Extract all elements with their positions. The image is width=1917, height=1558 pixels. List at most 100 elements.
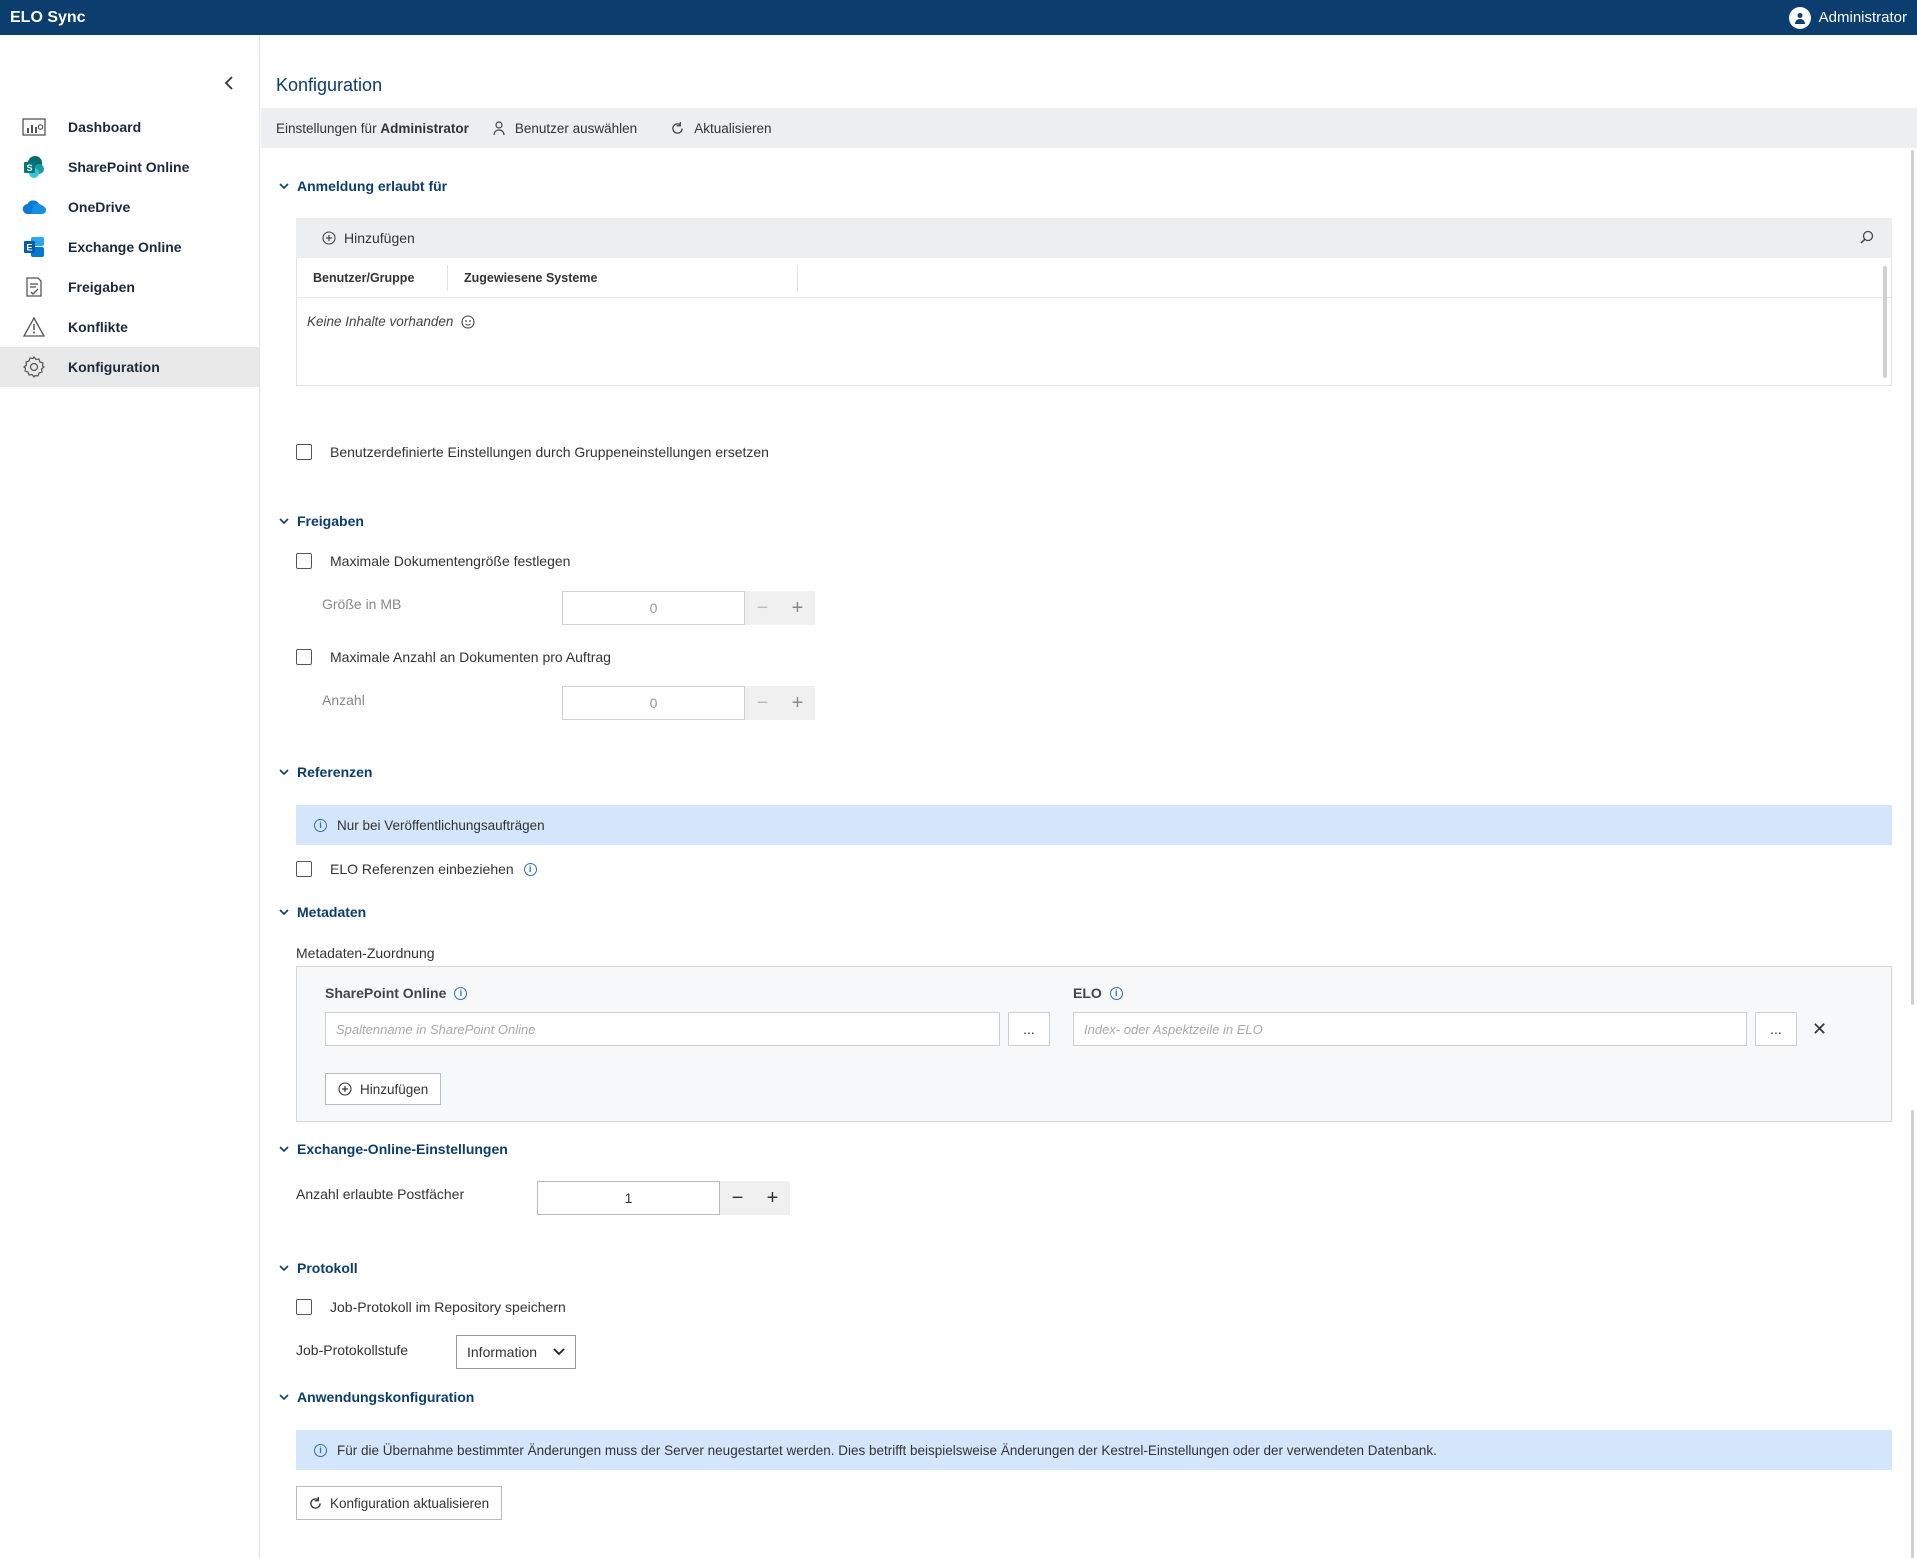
- log-level-label: Job-Protokollstufe: [296, 1342, 409, 1358]
- metadata-mapping-label: Metadaten-Zuordnung: [296, 945, 435, 961]
- info-icon[interactable]: i: [454, 986, 468, 1000]
- section-metadaten-header[interactable]: Metadaten: [279, 904, 366, 920]
- size-label: Größe in MB: [322, 596, 402, 612]
- sidebar-item-label: Dashboard: [68, 119, 142, 135]
- sidebar-nav: Dashboard S SharePoint Online OneDrive E…: [0, 107, 259, 387]
- section-protokoll-header[interactable]: Protokoll: [279, 1260, 358, 1276]
- max-count-checkbox[interactable]: [296, 649, 312, 665]
- collapse-sidebar-icon[interactable]: [219, 73, 239, 93]
- replace-settings-row: Benutzerdefinierte Einstellungen durch G…: [296, 444, 769, 460]
- main-content: Konfiguration Einstellungen für Administ…: [261, 35, 1917, 1558]
- size-stepper: 0 − +: [562, 591, 815, 625]
- sidebar-item-exchange[interactable]: E Exchange Online: [0, 227, 259, 267]
- minus-icon[interactable]: −: [720, 1181, 755, 1215]
- elo-field-input[interactable]: Index- oder Aspektzeile in ELO: [1073, 1012, 1747, 1046]
- minus-icon[interactable]: −: [745, 686, 780, 720]
- chevron-down-icon: [279, 518, 289, 525]
- include-references-row: ELO Referenzen einbeziehen i: [296, 861, 537, 877]
- plus-icon[interactable]: +: [755, 1181, 790, 1215]
- plus-icon[interactable]: +: [780, 686, 815, 720]
- include-references-checkbox[interactable]: [296, 861, 312, 877]
- search-icon[interactable]: [1860, 230, 1874, 247]
- elo-column-header: ELO i: [1073, 985, 1123, 1001]
- svg-text:E: E: [26, 243, 32, 253]
- metadata-add-button[interactable]: Hinzufügen: [325, 1073, 442, 1105]
- chevron-down-icon: [279, 183, 289, 190]
- max-size-row: Maximale Dokumentengröße festlegen: [296, 553, 570, 569]
- section-referenzen-header[interactable]: Referenzen: [279, 764, 372, 780]
- chevron-down-icon: [279, 1146, 289, 1153]
- count-stepper: 0 − +: [562, 686, 815, 720]
- user-menu[interactable]: Administrator: [1788, 6, 1907, 29]
- gear-icon: [22, 355, 46, 379]
- close-icon[interactable]: ✕: [1812, 1019, 1827, 1040]
- save-log-checkbox[interactable]: [296, 1299, 312, 1315]
- toolbar: Einstellungen für Administrator Benutzer…: [261, 108, 1917, 148]
- add-circle-icon: [322, 231, 336, 245]
- plus-icon[interactable]: +: [780, 591, 815, 625]
- select-user-button[interactable]: Benutzer auswählen: [493, 121, 637, 136]
- top-bar: ELO Sync Administrator: [0, 0, 1917, 35]
- sidebar-item-freigaben[interactable]: Freigaben: [0, 267, 259, 307]
- log-level-select[interactable]: Information: [456, 1335, 576, 1369]
- sidebar-item-label: OneDrive: [68, 199, 131, 215]
- sidebar-item-onedrive[interactable]: OneDrive: [0, 187, 259, 227]
- max-size-checkbox[interactable]: [296, 553, 312, 569]
- mailboxes-label: Anzahl erlaubte Postfächer: [296, 1186, 465, 1202]
- person-icon: [493, 121, 505, 135]
- replace-settings-checkbox[interactable]: [296, 444, 312, 460]
- info-icon: i: [314, 818, 327, 832]
- sidebar-item-konfiguration[interactable]: Konfiguration: [0, 347, 259, 387]
- sidebar-item-label: Exchange Online: [68, 239, 182, 255]
- user-name: Administrator: [1818, 9, 1907, 26]
- sidebar-item-label: Konfiguration: [68, 359, 160, 375]
- referenzen-info-bar: i Nur bei Veröffentlichungsaufträgen: [296, 805, 1892, 845]
- add-circle-icon: [338, 1082, 352, 1096]
- smiley-icon: [461, 314, 475, 329]
- section-freigaben-header[interactable]: Freigaben: [279, 513, 364, 529]
- metadata-mapping-box: SharePoint Online i ELO i Spaltenname in…: [296, 966, 1892, 1122]
- refresh-icon: [672, 121, 683, 134]
- table-scrollbar[interactable]: [1883, 266, 1887, 378]
- sidebar-item-konflikte[interactable]: Konflikte: [0, 307, 259, 347]
- section-exchange-header[interactable]: Exchange-Online-Einstellungen: [279, 1141, 508, 1157]
- svg-text:S: S: [26, 163, 32, 173]
- sidebar-item-dashboard[interactable]: Dashboard: [0, 107, 259, 147]
- section-anwendung-header[interactable]: Anwendungskonfiguration: [279, 1389, 474, 1405]
- size-input[interactable]: 0: [562, 591, 745, 625]
- sidebar-item-sharepoint[interactable]: S SharePoint Online: [0, 147, 259, 187]
- page-title: Konfiguration: [276, 75, 383, 95]
- chevron-down-icon: [279, 1394, 289, 1401]
- app-title: ELO Sync: [10, 8, 86, 26]
- user-icon: [1788, 6, 1811, 29]
- info-icon[interactable]: i: [523, 862, 537, 876]
- settings-for-label: Einstellungen für Administrator: [276, 120, 469, 136]
- elo-browse-button[interactable]: ...: [1755, 1012, 1797, 1046]
- chevron-down-icon: [279, 769, 289, 776]
- onedrive-icon: [22, 195, 46, 219]
- sidebar-item-label: SharePoint Online: [68, 159, 190, 175]
- sidebar-item-label: Freigaben: [68, 279, 135, 295]
- chevron-down-icon: [279, 909, 289, 916]
- section-login-header[interactable]: Anmeldung erlaubt für: [279, 178, 447, 194]
- sharepoint-icon: S: [22, 155, 46, 179]
- info-icon[interactable]: i: [1109, 986, 1123, 1000]
- sharepoint-column-header: SharePoint Online i: [325, 985, 468, 1001]
- mailboxes-input[interactable]: 1: [537, 1181, 720, 1215]
- save-log-row: Job-Protokoll im Repository speichern: [296, 1299, 566, 1315]
- sidebar: Dashboard S SharePoint Online OneDrive E…: [0, 35, 260, 1558]
- count-label: Anzahl: [322, 692, 365, 708]
- sharepoint-browse-button[interactable]: ...: [1008, 1012, 1050, 1046]
- count-input[interactable]: 0: [562, 686, 745, 720]
- sharepoint-column-input[interactable]: Spaltenname in SharePoint Online: [325, 1012, 1000, 1046]
- login-add-button[interactable]: Hinzufügen: [344, 230, 415, 246]
- mailboxes-stepper: 1 − +: [537, 1181, 790, 1215]
- update-configuration-button[interactable]: Konfiguration aktualisieren: [296, 1486, 503, 1520]
- main-scrollbar[interactable]: [1909, 150, 1917, 1558]
- dashboard-icon: [22, 115, 46, 139]
- column-header-user-group[interactable]: Benutzer/Gruppe: [297, 264, 448, 291]
- column-header-systems[interactable]: Zugewiesene Systeme: [448, 264, 798, 291]
- minus-icon[interactable]: −: [745, 591, 780, 625]
- refresh-button[interactable]: Aktualisieren: [671, 121, 772, 136]
- exchange-icon: E: [22, 235, 46, 259]
